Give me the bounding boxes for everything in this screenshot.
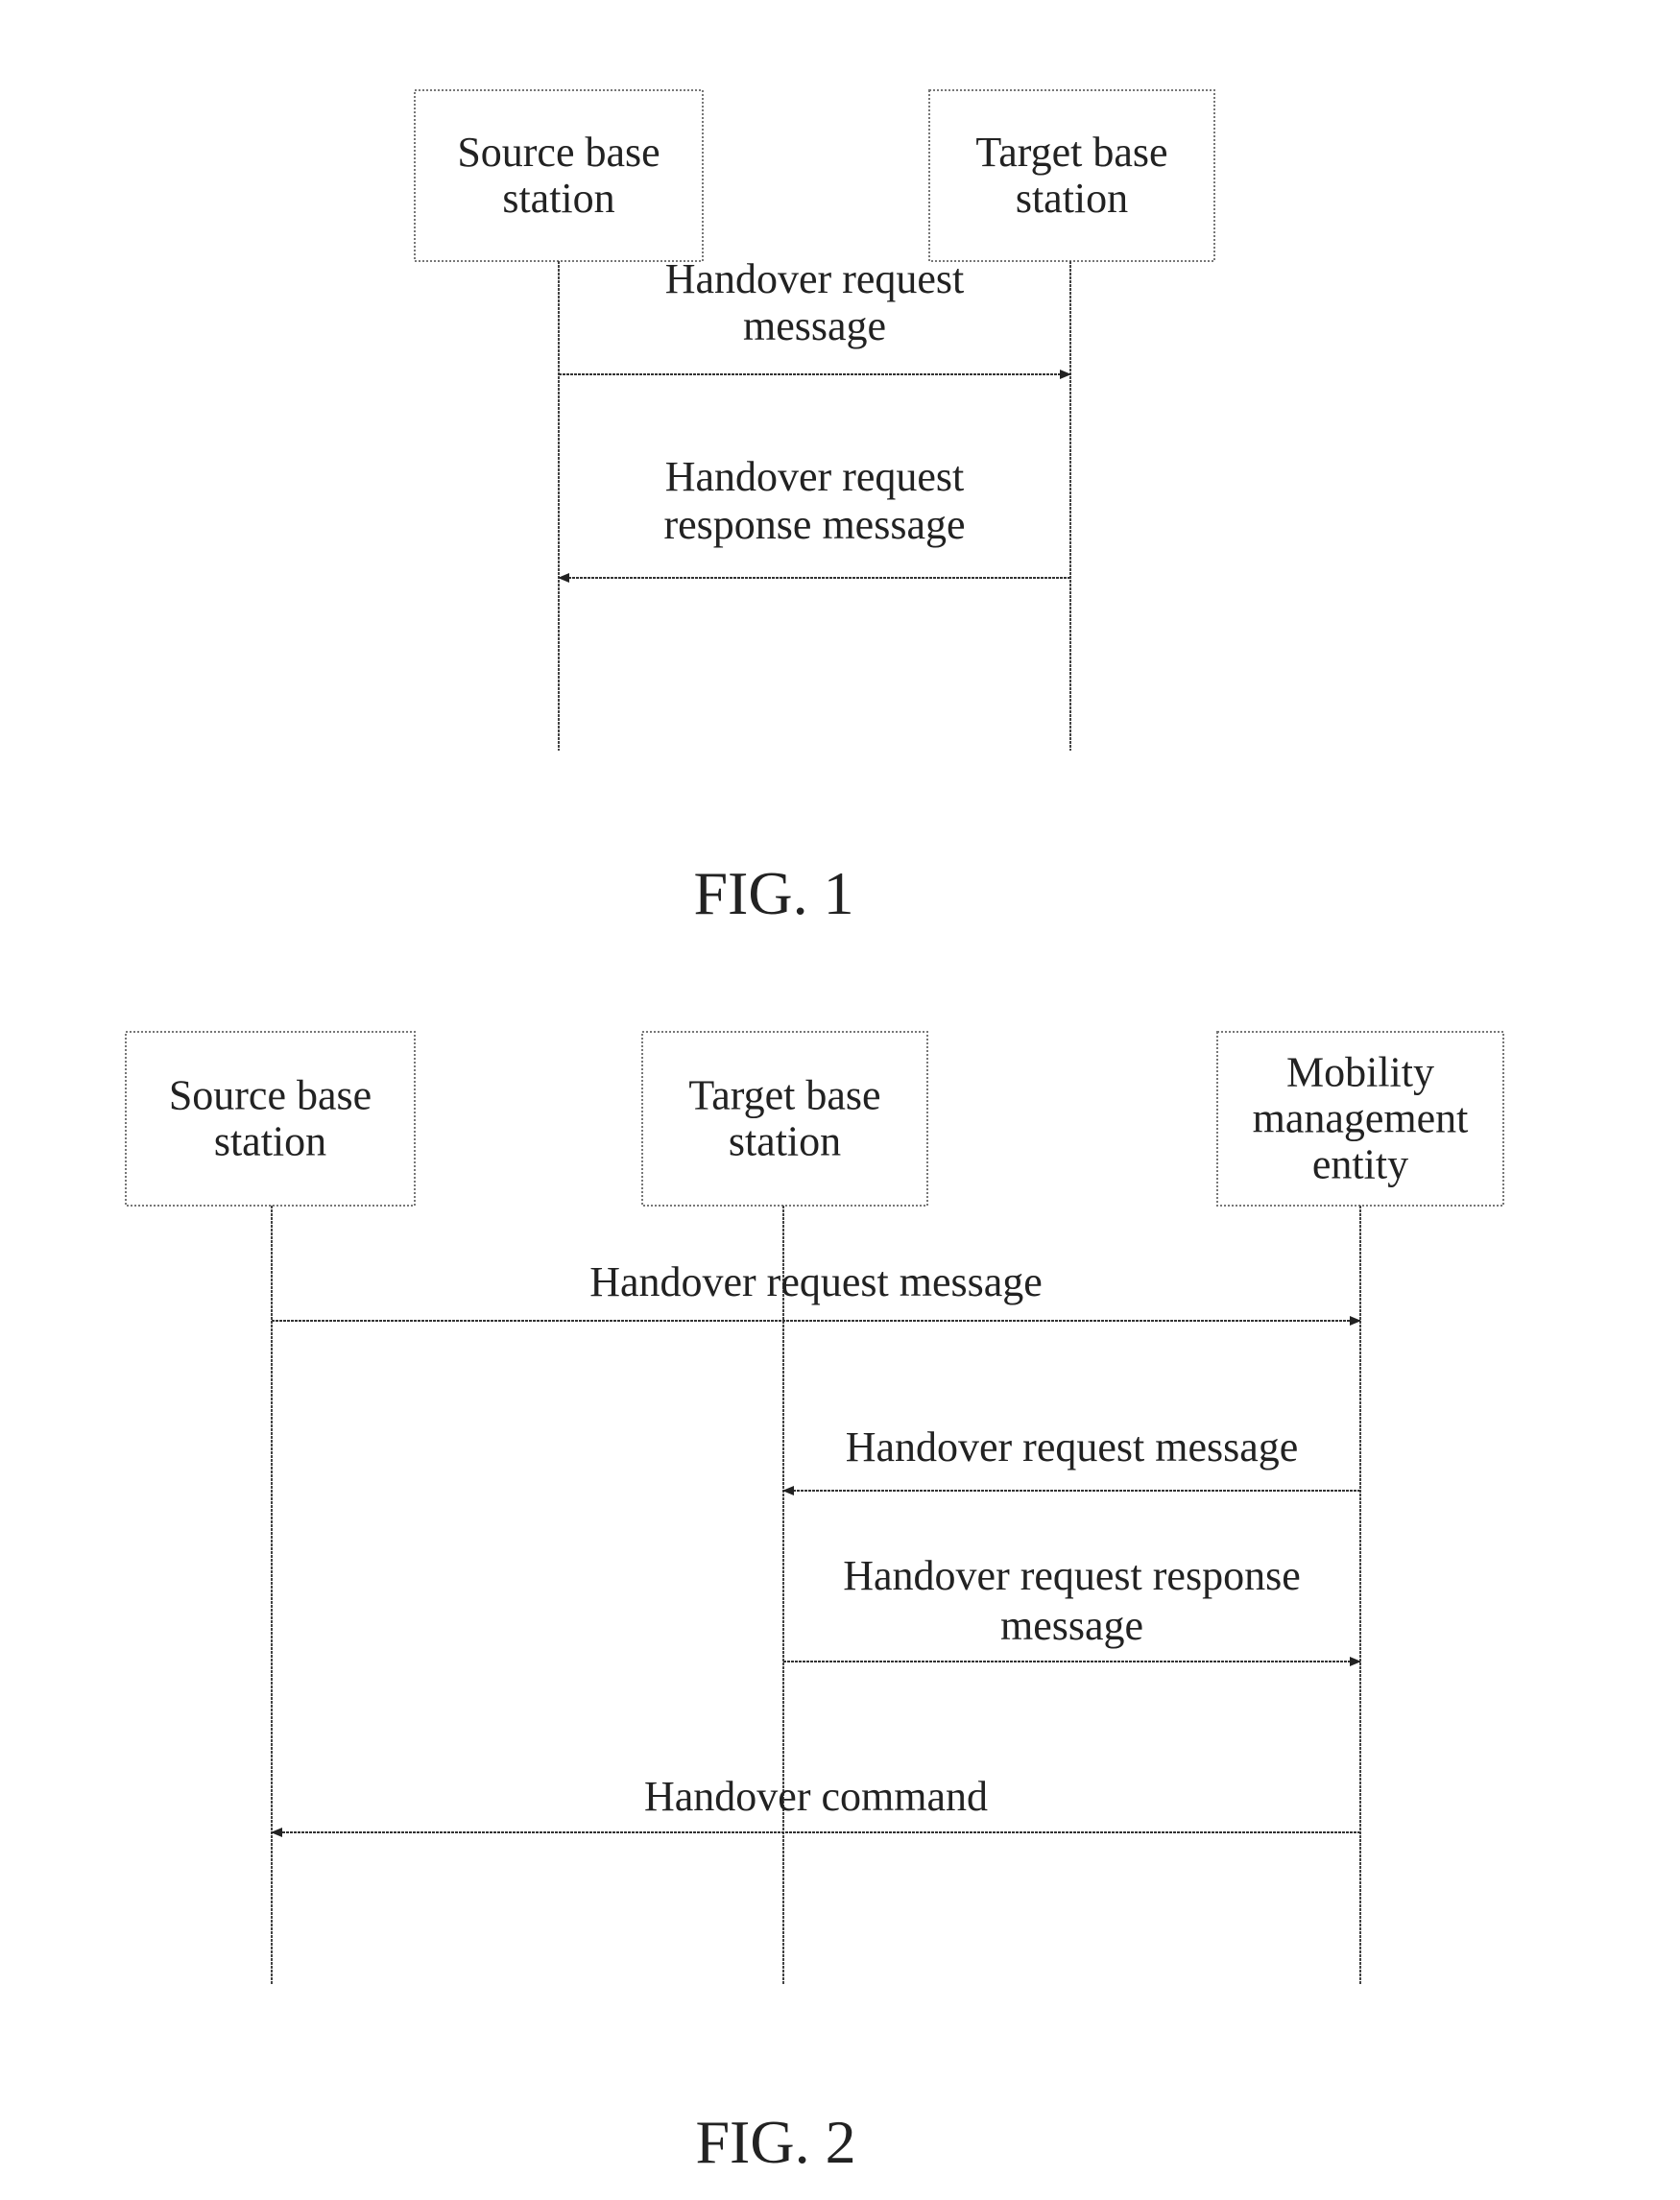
message-label: message xyxy=(743,302,886,349)
message-arrow: Handover command xyxy=(271,1773,1360,1837)
participant-source: Source basestation xyxy=(414,89,704,751)
participant-label: Source base xyxy=(457,129,660,176)
figure-1: Source basestationTarget basestationHand… xyxy=(414,89,1215,927)
figure-caption: FIG. 1 xyxy=(693,859,853,927)
message-label: response message xyxy=(663,501,965,548)
participant-source: Source basestation xyxy=(125,1031,416,1985)
message-label: Handover request xyxy=(665,453,965,500)
message-label: Handover request xyxy=(665,255,965,302)
message-arrow: Handover request message xyxy=(782,1423,1360,1495)
participant-label: Target base xyxy=(975,129,1167,176)
message-label: Handover request response xyxy=(843,1552,1301,1599)
figure-caption: FIG. 2 xyxy=(695,2108,855,2176)
message-label: Handover request message xyxy=(846,1423,1299,1471)
message-label: Handover request message xyxy=(589,1258,1043,1305)
message-arrow: Handover requestmessage xyxy=(559,255,1071,379)
participant-target: Target basestation xyxy=(928,89,1215,751)
message-arrow: Handover request message xyxy=(272,1258,1361,1326)
participant-label: entity xyxy=(1312,1141,1408,1188)
participant-label: management xyxy=(1253,1095,1469,1142)
message-label: message xyxy=(1000,1602,1143,1649)
figure-2: Source basestationTarget basestationMobi… xyxy=(125,1031,1504,2176)
participant-label: station xyxy=(729,1118,841,1165)
participant-label: Source base xyxy=(169,1072,372,1119)
participant-label: station xyxy=(214,1118,326,1165)
message-label: Handover command xyxy=(644,1773,988,1820)
message-arrow: Handover request responsemessage xyxy=(783,1552,1361,1666)
participant-target: Target basestation xyxy=(641,1031,928,1985)
participant-label: station xyxy=(502,175,614,222)
sequence-diagrams: Source basestationTarget basestationHand… xyxy=(125,89,1504,2176)
participant-label: Mobility xyxy=(1286,1049,1434,1096)
participant-label: station xyxy=(1016,175,1128,222)
participant-label: Target base xyxy=(688,1072,880,1119)
participant-mme: Mobilitymanagemententity xyxy=(1216,1031,1504,1985)
message-arrow: Handover requestresponse message xyxy=(558,453,1070,583)
